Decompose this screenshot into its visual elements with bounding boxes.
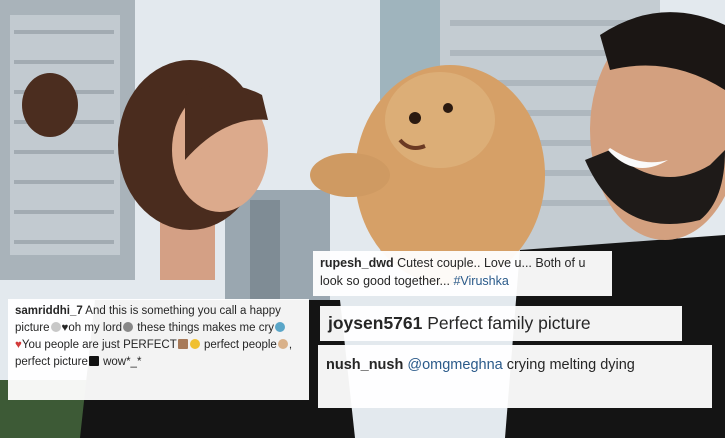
comment-nush: nush_nush @omgmeghna crying melting dyin…: [318, 345, 712, 408]
comment-hashtag: #Virushka: [453, 274, 509, 288]
comment-text: these things makes me cry: [134, 322, 275, 334]
comment-mention: @omgmeghna: [407, 357, 503, 373]
comment-text: perfect people: [200, 339, 277, 351]
comment-username: rupesh_dwd: [320, 256, 394, 270]
rainbow-icon: [50, 322, 61, 332]
comment-username: nush_nush: [326, 357, 404, 373]
comment-text: crying melting dying: [502, 357, 635, 373]
comment-joysen: joysen5761 Perfect family picture: [320, 306, 682, 341]
family-icon: [277, 339, 288, 349]
comment-rupesh: rupesh_dwd Cutest couple.. Love u... Bot…: [313, 251, 612, 296]
comment-username: samriddhi_7: [15, 305, 83, 317]
comment-samriddhi: samriddhi_7 And this is something you ca…: [8, 299, 309, 400]
house-icon: [177, 339, 188, 349]
comment-text: You people are just PERFECT: [21, 339, 177, 351]
scream-face-icon: [189, 339, 200, 349]
comment-text: oh my lord: [68, 322, 123, 334]
face-icon: [123, 322, 134, 332]
black-square-icon: [88, 356, 99, 366]
broken-heart-icon: ♥: [15, 339, 22, 351]
globe-icon: [275, 322, 286, 332]
comment-username: joysen5761: [328, 313, 423, 333]
comment-text: wow*_*: [99, 356, 142, 368]
comment-text: Perfect family picture: [422, 313, 591, 333]
